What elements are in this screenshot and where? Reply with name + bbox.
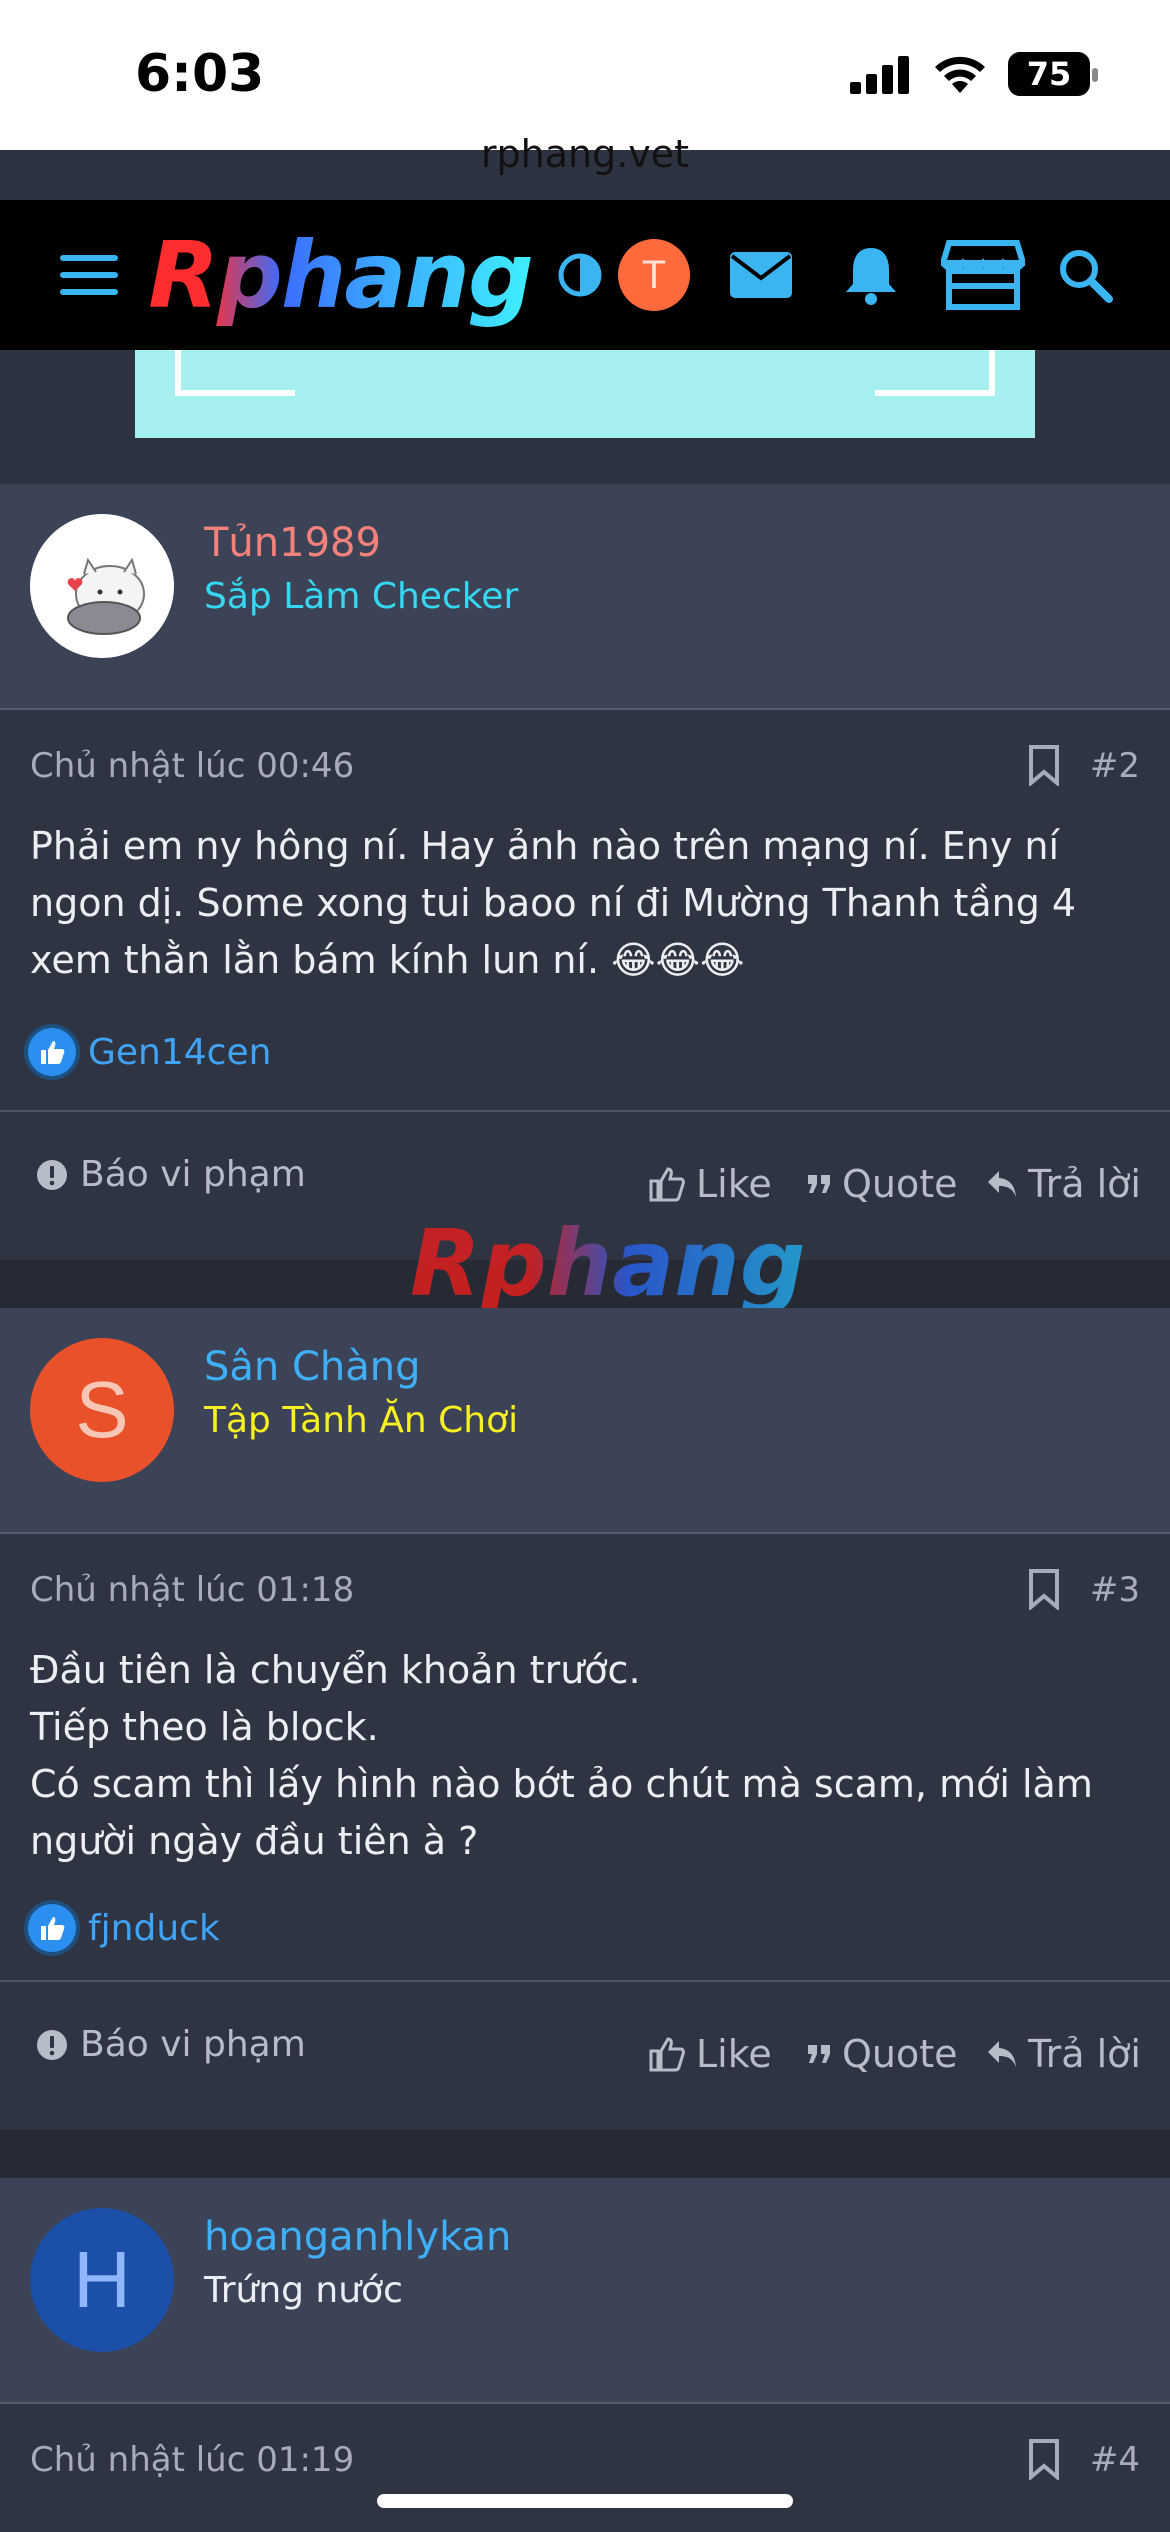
quote-icon xyxy=(808,2045,830,2063)
post-header: H hoanganhlykan Trứng nước xyxy=(0,2178,1170,2404)
reply-button[interactable]: Trả lời xyxy=(986,1162,1141,1206)
post-body: Chủ nhật lúc 01:19 #4 xyxy=(0,2404,1170,2532)
alert-icon xyxy=(37,2029,67,2060)
post-body: Chủ nhật lúc 01:18 #3 Đầu tiên là chuyển… xyxy=(0,1534,1170,2130)
cat-avatar-icon xyxy=(30,514,174,658)
report-button[interactable]: Báo vi phạm xyxy=(36,1154,306,1195)
site-logo[interactable]: Rphang xyxy=(148,200,534,350)
report-label: Báo vi phạm xyxy=(80,2024,306,2065)
liker-name[interactable]: fjnduck xyxy=(88,1908,220,1949)
avatar[interactable]: S xyxy=(30,1338,174,1482)
quote-button[interactable]: Quote xyxy=(806,1162,958,1206)
like-button[interactable]: Like xyxy=(648,2032,772,2076)
like-label: Like xyxy=(696,1162,772,1206)
theme-toggle-icon[interactable] xyxy=(550,200,610,350)
status-time: 6:03 xyxy=(135,44,265,104)
post-content: Đầu tiên là chuyển khoản trước. Tiếp the… xyxy=(30,1648,1093,1863)
store-icon[interactable] xyxy=(938,200,1028,350)
reply-label: Trả lời xyxy=(1028,1162,1141,1206)
like-reaction-icon xyxy=(28,1028,76,1076)
thumbs-up-icon xyxy=(649,2037,685,2072)
post-date[interactable]: Chủ nhật lúc 01:18 xyxy=(30,1570,354,1610)
watermark-logo: Rphang xyxy=(410,1210,806,1317)
user-avatar: T xyxy=(618,239,690,311)
ad-banner[interactable] xyxy=(135,350,1035,438)
quote-button[interactable]: Quote xyxy=(806,2032,958,2076)
post-actions: Báo vi phạm Like Quote Trả lời xyxy=(0,1982,1170,2122)
bell-icon[interactable] xyxy=(836,200,906,350)
user-title: Trứng nước xyxy=(204,2270,403,2311)
post-date[interactable]: Chủ nhật lúc 00:46 xyxy=(30,746,354,786)
top-navbar: Rphang T xyxy=(0,200,1170,350)
liker-name[interactable]: Gen14cen xyxy=(88,1032,271,1073)
home-indicator[interactable] xyxy=(377,2494,793,2508)
like-reaction-icon xyxy=(28,1904,76,1952)
wifi-icon xyxy=(935,56,985,93)
report-button[interactable]: Báo vi phạm xyxy=(36,2024,306,2065)
thumbs-up-icon xyxy=(649,1167,685,1202)
avatar[interactable] xyxy=(30,514,174,658)
post-header: S Sân Chàng Tập Tành Ăn Chơi xyxy=(0,1308,1170,1534)
post-body: Chủ nhật lúc 00:46 #2 Phải em ny hông ní… xyxy=(0,710,1170,1260)
reply-icon xyxy=(988,2041,1016,2067)
report-label: Báo vi phạm xyxy=(80,1154,306,1195)
status-icons: 75 xyxy=(850,52,1098,96)
bookmark-icon[interactable] xyxy=(1028,744,1060,786)
post-separator xyxy=(0,2130,1170,2180)
like-button[interactable]: Like xyxy=(648,1162,772,1206)
post-number[interactable]: #2 xyxy=(1090,746,1140,786)
username[interactable]: Tủn1989 xyxy=(204,520,381,566)
username[interactable]: hoanganhlykan xyxy=(204,2214,511,2260)
quote-icon xyxy=(808,1175,830,1193)
post-number[interactable]: #3 xyxy=(1090,1570,1140,1610)
signal-icon xyxy=(850,56,909,94)
quote-label: Quote xyxy=(842,2032,958,2076)
reply-icon xyxy=(988,1171,1016,1197)
logo-text: Rphang xyxy=(148,221,534,329)
reply-button[interactable]: Trả lời xyxy=(986,2032,1141,2076)
user-title: Sắp Làm Checker xyxy=(204,576,519,617)
status-bar: 6:03 75 xyxy=(0,0,1170,150)
post-number[interactable]: #4 xyxy=(1090,2440,1140,2480)
browser-url[interactable]: rphang.vet xyxy=(0,132,1170,176)
username[interactable]: Sân Chàng xyxy=(204,1344,421,1390)
reactions-bar: Gen14cen xyxy=(28,1028,271,1076)
reactions-bar: fjnduck xyxy=(28,1904,220,1952)
post-date[interactable]: Chủ nhật lúc 01:19 xyxy=(30,2440,354,2480)
banner-frame-right xyxy=(875,350,995,396)
bookmark-icon[interactable] xyxy=(1028,2438,1060,2480)
alert-icon xyxy=(37,1159,67,1190)
banner-frame-left xyxy=(175,350,295,396)
menu-icon[interactable] xyxy=(50,200,130,350)
quote-label: Quote xyxy=(842,1162,958,1206)
mail-icon[interactable] xyxy=(726,200,796,350)
user-title: Tập Tành Ăn Chơi xyxy=(204,1400,519,1441)
avatar[interactable]: H xyxy=(30,2208,174,2352)
reply-label: Trả lời xyxy=(1028,2032,1141,2076)
post-content: Phải em ny hông ní. Hay ảnh nào trên mạn… xyxy=(30,824,1077,982)
search-icon[interactable] xyxy=(1052,200,1118,350)
bookmark-icon[interactable] xyxy=(1028,1568,1060,1610)
battery-indicator: 75 xyxy=(1008,52,1098,96)
like-label: Like xyxy=(696,2032,772,2076)
user-avatar-button[interactable]: T xyxy=(616,200,692,350)
post-header: Tủn1989 Sắp Làm Checker xyxy=(0,484,1170,710)
